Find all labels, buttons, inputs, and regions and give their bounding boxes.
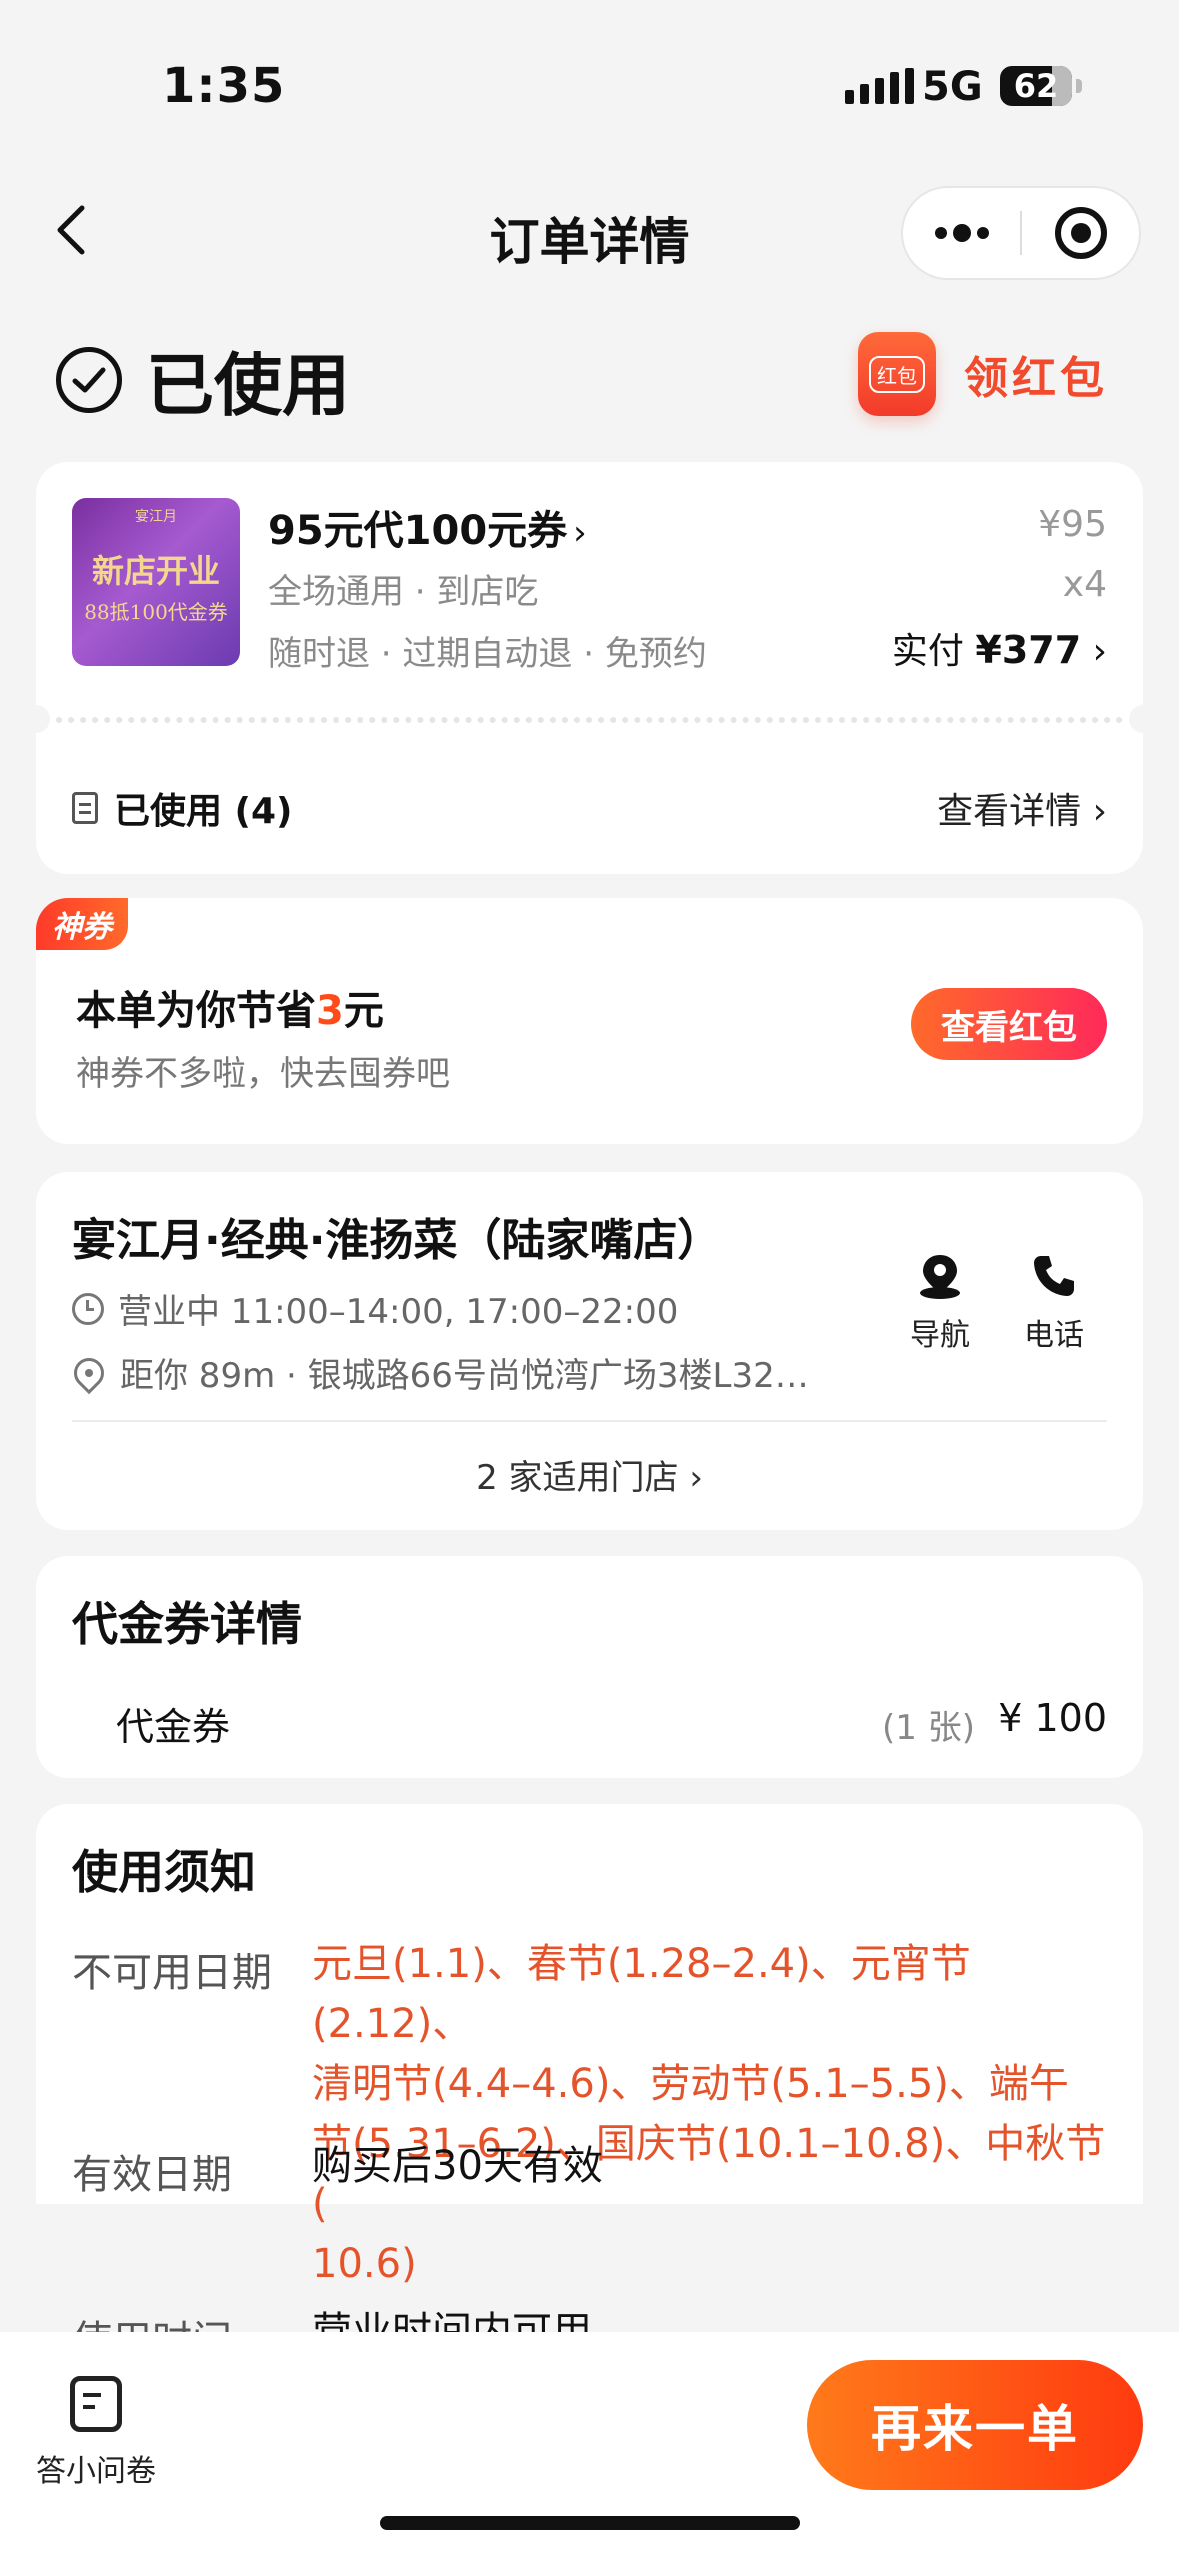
product-card: 宴江月 新店开业 88抵100代金券 95元代100元券 › 全场通用 · 到店吃… [22, 462, 1157, 874]
product-tags: 全场通用 · 到店吃 [268, 572, 539, 612]
call-button[interactable]: 电话 [1024, 1248, 1084, 1354]
valid-date-value: 购买后30天有效 [312, 2143, 603, 2189]
coupon-badge: 神券 [36, 898, 128, 950]
product-title-text: 95元代100元券 [268, 508, 568, 554]
chevron-right-icon: › [1092, 631, 1107, 672]
survey-button[interactable]: 答小问卷 [36, 2376, 156, 2490]
thumb-line2: 88抵100代金券 [84, 600, 228, 624]
valid-date-label: 有效日期 [72, 2152, 232, 2198]
chevron-right-icon: › [1092, 791, 1107, 832]
nav-bar: 订单详情 [0, 180, 1179, 280]
navigate-label: 导航 [910, 1318, 970, 1353]
red-packet-icon: 红包 [858, 332, 936, 416]
document-icon [72, 792, 98, 824]
view-detail-link[interactable]: 查看详情 [937, 791, 1081, 832]
applicable-stores-link[interactable]: 2 家适用门店 › [36, 1450, 1143, 1499]
product-thumbnail[interactable]: 宴江月 新店开业 88抵100代金券 [72, 498, 240, 666]
saving-amount: 3 [316, 988, 344, 1034]
status-label: 已使用 [146, 347, 351, 426]
more-icon [934, 224, 989, 242]
thumb-line1: 新店开业 [91, 552, 220, 590]
call-label: 电话 [1024, 1318, 1084, 1353]
more-button[interactable] [903, 188, 1020, 278]
divider [72, 1420, 1107, 1422]
close-mini-program-button[interactable] [1022, 188, 1139, 278]
business-hours: 营业中 11:00–14:00, 17:00–22:00 [118, 1292, 679, 1332]
battery-level: 62 [1013, 67, 1059, 105]
phone-icon [1034, 1256, 1074, 1296]
shop-card: 宴江月·经典·淮扬菜（陆家嘴店） 营业中 11:00–14:00, 17:00–… [36, 1172, 1143, 1530]
hours-row: 营业中 11:00–14:00, 17:00–22:00 [72, 1284, 678, 1333]
ticket-divider [56, 717, 1123, 723]
shop-address: 距你 89m · 银城路66号尚悦湾广场3楼L32… [120, 1356, 809, 1396]
status-time: 1:35 [162, 58, 286, 114]
unavailable-dates-label: 不可用日期 [72, 1950, 272, 1996]
coupon-card: 神券 本单为你节省3元 神券不多啦，快去囤券吧 查看红包 [36, 898, 1143, 1144]
unavailable-line: 元旦(1.1)、春节(1.28–2.4)、元宵节(2.12)、 [312, 1941, 971, 2047]
voucher-section-title: 代金券详情 [72, 1597, 302, 1651]
target-icon [1054, 207, 1107, 259]
clock-icon [72, 1292, 104, 1325]
navigate-button[interactable]: 导航 [910, 1248, 970, 1354]
survey-icon [70, 2376, 122, 2432]
unavailable-dates-value: 元旦(1.1)、春节(1.28–2.4)、元宵节(2.12)、 清明节(4.4–… [312, 1934, 1112, 2294]
used-row[interactable]: 已使用 (4) 查看详情 › [72, 778, 1107, 838]
used-count: 已使用 (4) [114, 791, 293, 832]
network-label: 5G [922, 64, 983, 110]
location-pin-icon [67, 1351, 111, 1394]
navigation-icon [920, 1255, 960, 1299]
saving-suffix: 元 [343, 988, 384, 1034]
voucher-count: (1 张) [882, 1708, 975, 1748]
address-row[interactable]: 距你 89m · 银城路66号尚悦湾广场3楼L32… [67, 1348, 809, 1397]
coupon-subtext: 神券不多啦，快去囤券吧 [76, 1054, 450, 1094]
status-bar: 1:35 5G 62 [0, 0, 1179, 150]
red-packet-icon-text: 红包 [869, 355, 925, 393]
thumb-brand: 宴江月 [135, 509, 177, 525]
reorder-button[interactable]: 再来一单 [807, 2360, 1143, 2490]
saving-prefix: 本单为你节省 [76, 988, 316, 1034]
usage-rules-card: 使用须知 不可用日期 元旦(1.1)、春节(1.28–2.4)、元宵节(2.12… [36, 1804, 1143, 2364]
unit-price: ¥95 [1038, 504, 1107, 545]
chevron-right-icon: › [689, 1458, 703, 1498]
signal-icon [845, 68, 914, 104]
stores-link-text: 2 家适用门店 [476, 1458, 679, 1498]
survey-label: 答小问卷 [36, 2454, 156, 2489]
voucher-details-card: 代金券详情 代金券 (1 张) ¥ 100 [36, 1556, 1143, 1778]
saving-text: 本单为你节省3元 [76, 978, 384, 1036]
check-circle-icon [56, 346, 122, 413]
paid-label: 实付 [891, 631, 964, 672]
unavailable-line: 清明节(4.4–4.6)、劳动节(5.1–5.5)、端午 [312, 2061, 1069, 2107]
mini-program-capsule [901, 186, 1141, 280]
home-indicator [380, 2516, 800, 2530]
chevron-right-icon: › [573, 513, 587, 553]
rules-section-title: 使用须知 [72, 1845, 256, 1899]
product-policies: 随时退 · 过期自动退 · 免预约 [268, 634, 707, 674]
get-red-packet-label: 领红包 [964, 353, 1108, 404]
get-red-packet-button[interactable]: 红包 领红包 [858, 332, 1108, 416]
quantity: x4 [1062, 564, 1107, 605]
paid-amount[interactable]: 实付 ¥377 › [892, 622, 1107, 674]
voucher-name: 代金券 [116, 1705, 231, 1749]
product-title[interactable]: 95元代100元券 › [268, 498, 587, 556]
battery-icon: 62 [1000, 66, 1082, 106]
unavailable-line: 10.6) [312, 2241, 417, 2287]
order-status: 已使用 [56, 330, 350, 429]
voucher-price: ¥ 100 [998, 1696, 1107, 1740]
view-red-packet-button[interactable]: 查看红包 [911, 988, 1107, 1060]
paid-value: ¥377 [975, 628, 1082, 672]
shop-name[interactable]: 宴江月·经典·淮扬菜（陆家嘴店） [72, 1204, 721, 1268]
